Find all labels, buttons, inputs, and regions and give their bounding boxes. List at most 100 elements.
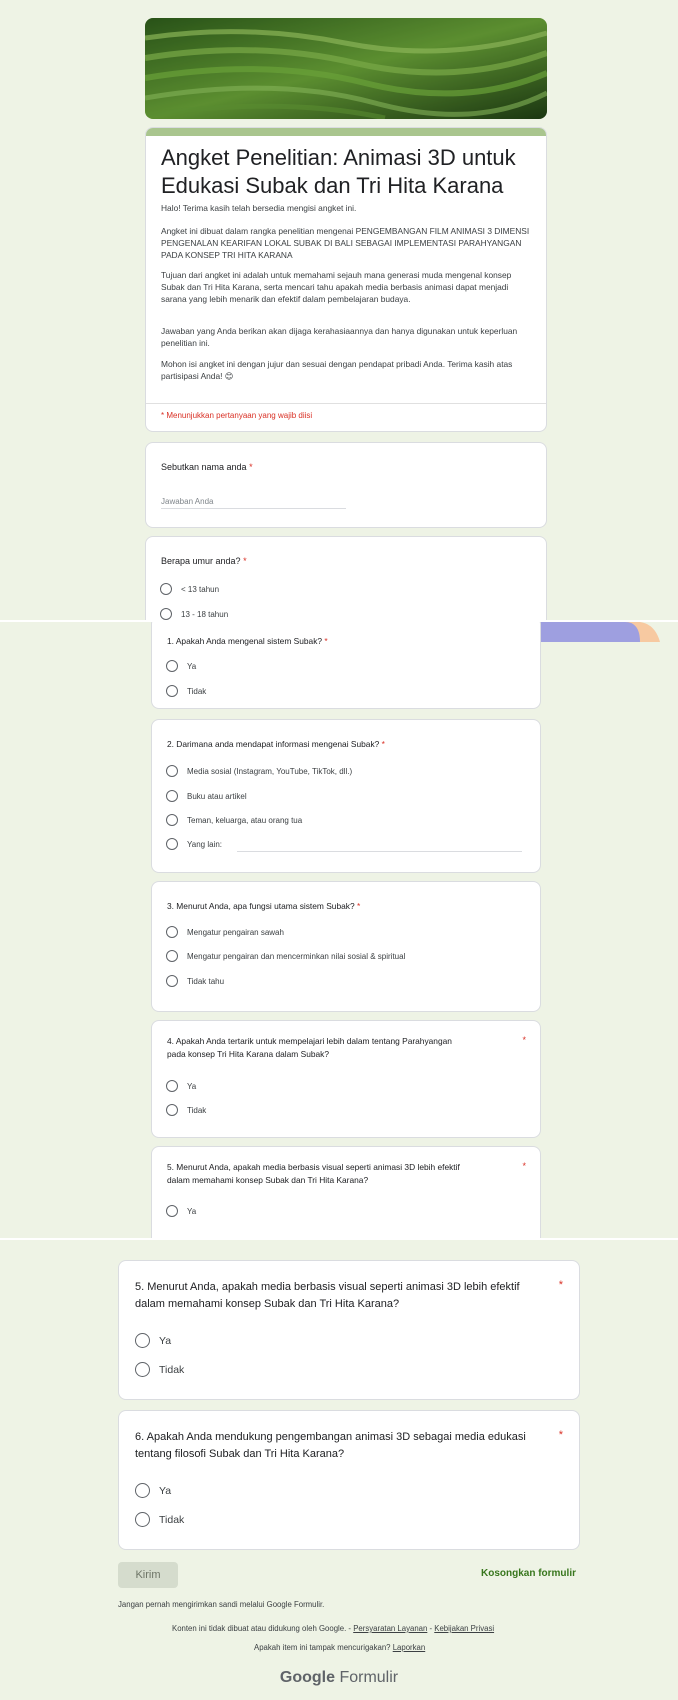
question-text: 6. Apakah Anda mendukung pengembangan an… <box>135 1431 526 1443</box>
option-label: 13 - 18 tahun <box>181 610 229 619</box>
option-label: Ya <box>187 662 197 671</box>
option-label: Ya <box>187 1082 197 1091</box>
required-asterisk: * <box>522 1161 526 1171</box>
question-label: 3. Menurut Anda, apa fungsi utama sistem… <box>167 900 360 913</box>
question-card-5: 5. Menurut Anda, apakah media berbasis v… <box>118 1260 580 1400</box>
question-label: 2. Darimana anda mendapat informasi meng… <box>167 738 385 751</box>
question-text: Sebutkan nama anda <box>161 462 247 472</box>
privacy-link[interactable]: Kebijakan Privasi <box>434 1624 494 1633</box>
question-text: 3. Menurut Anda, apa fungsi utama sistem… <box>167 901 355 911</box>
radio-button[interactable] <box>166 1205 178 1217</box>
google-forms-logo[interactable]: Google Formulir <box>0 1669 678 1687</box>
option-label: Tidak <box>187 687 207 696</box>
other-option-input[interactable] <box>237 851 522 852</box>
required-asterisk: * <box>356 901 361 911</box>
radio-button[interactable] <box>166 926 178 938</box>
radio-button[interactable] <box>166 1104 178 1116</box>
suspicious-text: Apakah item ini tampak mencurigakan? <box>254 1643 391 1652</box>
footer-disclaimer: Konten ini tidak dibuat atau didukung ol… <box>172 1624 494 1633</box>
question-label: 1. Apakah Anda mengenal sistem Subak? * <box>167 635 328 648</box>
form-title: Angket Penelitian: Animasi 3D untuk Eduk… <box>161 145 516 198</box>
description-paragraph: Angket ini dibuat dalam rangka penelitia… <box>161 226 530 261</box>
option-label: Tidak <box>187 1106 207 1115</box>
question-card-age: Berapa umur anda? * < 13 tahun 13 - 18 t… <box>145 536 547 620</box>
question-card-4: 4. Apakah Anda tertarik untuk mempelajar… <box>151 1020 541 1138</box>
required-asterisk: * <box>249 462 253 472</box>
required-asterisk: * <box>381 739 385 749</box>
footer-report: Apakah item ini tampak mencurigakan? Lap… <box>254 1643 425 1652</box>
google-wordmark: Google <box>279 1669 335 1686</box>
question-label: Berapa umur anda? * <box>161 555 247 568</box>
option-label: Tidak <box>159 1364 185 1376</box>
question-card-name: Sebutkan nama anda * Jawaban Anda <box>145 442 547 528</box>
option-label: Mengatur pengairan dan mencerminkan nila… <box>187 952 406 961</box>
radio-button[interactable] <box>166 814 178 826</box>
clear-form-button[interactable]: Kosongkan formulir <box>481 1568 576 1579</box>
question-label: 4. Apakah Anda tertarik untuk mempelajar… <box>167 1035 507 1061</box>
terms-link[interactable]: Persyaratan Layanan <box>353 1624 427 1633</box>
radio-button[interactable] <box>166 950 178 962</box>
disclaimer-text: Konten ini tidak dibuat atau didukung ol… <box>172 1624 347 1633</box>
required-asterisk: * <box>324 636 328 646</box>
option-label: Ya <box>187 1207 197 1216</box>
required-asterisk: * <box>243 556 247 566</box>
name-input[interactable]: Jawaban Anda <box>161 491 346 509</box>
description-paragraph: Halo! Terima kasih telah bersedia mengis… <box>161 203 357 213</box>
question-card-2: 2. Darimana anda mendapat informasi meng… <box>151 719 541 873</box>
question-label: Sebutkan nama anda * <box>161 461 253 474</box>
option-label: Yang lain: <box>187 840 222 849</box>
screenshot-middle: 1. Apakah Anda mengenal sistem Subak? * … <box>0 622 678 1238</box>
password-warning: Jangan pernah mengirimkan sandi melalui … <box>118 1600 325 1609</box>
option-label: Mengatur pengairan sawah <box>187 928 284 937</box>
description-paragraph: Tujuan dari angket ini adalah untuk mema… <box>161 270 512 305</box>
radio-button[interactable] <box>166 685 178 697</box>
question-card-3: 3. Menurut Anda, apa fungsi utama sistem… <box>151 881 541 1012</box>
radio-button[interactable] <box>166 660 178 672</box>
radio-button[interactable] <box>135 1362 150 1377</box>
question-card-6: 6. Apakah Anda mendukung pengembangan an… <box>118 1410 580 1550</box>
accent-bar <box>146 128 546 136</box>
radio-button[interactable] <box>166 765 178 777</box>
question-text: 2. Darimana anda mendapat informasi meng… <box>167 739 380 749</box>
option-label: Tidak tahu <box>187 977 225 986</box>
radio-button[interactable] <box>135 1333 150 1348</box>
radio-button[interactable] <box>135 1483 150 1498</box>
question-text: 5. Menurut Anda, apakah media berbasis v… <box>135 1281 520 1293</box>
form-header-card: Angket Penelitian: Animasi 3D untuk Eduk… <box>145 127 547 432</box>
question-card-1: 1. Apakah Anda mengenal sistem Subak? * … <box>151 622 541 709</box>
question-label: 5. Menurut Anda, apakah media berbasis v… <box>167 1161 507 1187</box>
question-text: 1. Apakah Anda mengenal sistem Subak? <box>167 636 323 646</box>
description-paragraph: Mohon isi angket ini dengan jujur dan se… <box>161 359 513 382</box>
description-paragraph: Jawaban yang Anda berikan akan dijaga ke… <box>161 326 518 349</box>
required-asterisk: * <box>558 1279 563 1291</box>
report-link[interactable]: Laporkan <box>393 1643 426 1652</box>
question-text: dalam memahami konsep Subak dan Tri Hita… <box>167 1175 369 1185</box>
question-text: 5. Menurut Anda, apakah media berbasis v… <box>167 1162 460 1172</box>
question-label: 5. Menurut Anda, apakah media berbasis v… <box>135 1279 545 1313</box>
radio-button[interactable] <box>166 838 178 850</box>
question-card-5-partial: 5. Menurut Anda, apakah media berbasis v… <box>151 1146 541 1238</box>
radio-button[interactable] <box>160 608 172 620</box>
radio-button[interactable] <box>135 1512 150 1527</box>
divider <box>146 403 546 404</box>
question-text: tentang filosofi Subak dan Tri Hita Kara… <box>135 1448 345 1460</box>
required-note: * Menunjukkan pertanyaan yang wajib diis… <box>161 411 313 420</box>
question-text: dalam memahami konsep Subak dan Tri Hita… <box>135 1298 400 1310</box>
question-text: pada konsep Tri Hita Karana dalam Subak? <box>167 1049 330 1059</box>
submit-button[interactable]: Kirim <box>118 1562 178 1588</box>
option-label: Ya <box>159 1335 172 1347</box>
screenshot-top: Angket Penelitian: Animasi 3D untuk Eduk… <box>0 0 678 620</box>
required-asterisk: * <box>522 1035 526 1045</box>
radio-button[interactable] <box>160 583 172 595</box>
question-text: Berapa umur anda? <box>161 556 241 566</box>
option-label: < 13 tahun <box>181 585 220 594</box>
radio-button[interactable] <box>166 1080 178 1092</box>
radio-button[interactable] <box>166 975 178 987</box>
question-label: 6. Apakah Anda mendukung pengembangan an… <box>135 1429 545 1463</box>
option-label: Buku atau artikel <box>187 792 247 801</box>
radio-button[interactable] <box>166 790 178 802</box>
option-label: Media sosial (Instagram, YouTube, TikTok… <box>187 767 353 776</box>
option-label: Ya <box>159 1485 172 1497</box>
required-asterisk: * <box>558 1429 563 1441</box>
option-label: Teman, keluarga, atau orang tua <box>187 816 303 825</box>
